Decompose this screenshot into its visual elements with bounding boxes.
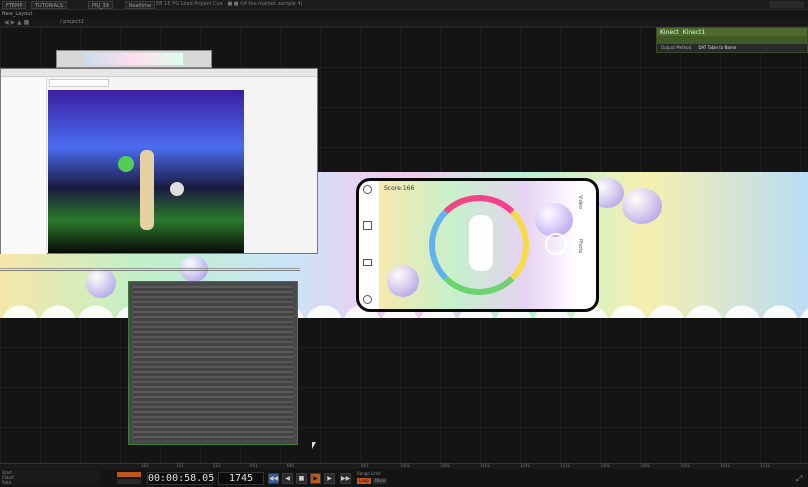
realtime-toggle[interactable] xyxy=(117,472,141,477)
thumb-preview xyxy=(85,53,183,65)
chop-channel-bars xyxy=(133,286,293,440)
camera-viewer-window[interactable] xyxy=(0,68,318,254)
info-rate: Rate xyxy=(2,480,12,485)
timeline-info: Start FStart Rate xyxy=(2,470,100,486)
book-icon[interactable] xyxy=(363,259,372,266)
param-op-value[interactable]: Kinect1 xyxy=(683,29,706,36)
tracked-hand xyxy=(118,156,134,172)
scan-icon[interactable] xyxy=(363,221,372,230)
path-bar: ◀ ▶ ▲ ■ / project1 xyxy=(0,18,808,27)
depth-camera-image xyxy=(48,90,244,253)
character-figure xyxy=(469,215,493,271)
mouse-cursor-icon xyxy=(312,442,316,449)
range-limit-label: Range Limit xyxy=(357,471,381,476)
timeline-bar: Start FStart Rate 00:00:58.05 1745 ◀◀ ◀ … xyxy=(0,469,808,487)
ruler-tick: 681 xyxy=(287,463,295,468)
tab-layout[interactable]: New_Layout xyxy=(2,11,32,17)
parameter-panel: Kinect Kinect1 Output Method DAT Table t… xyxy=(656,27,808,53)
param-label: Output Method xyxy=(661,45,692,50)
chop-viewer-window[interactable] xyxy=(128,281,298,445)
ruler-tick: 321 xyxy=(176,463,184,468)
ruler-tick: 601 xyxy=(250,463,258,468)
ruler-tick: 1561 xyxy=(680,463,691,468)
phone-mockup: Score:166 Video Photo xyxy=(356,178,599,312)
viewer-toolbar[interactable] xyxy=(49,79,109,87)
score-label: Score:166 xyxy=(384,185,415,192)
back-icon[interactable] xyxy=(363,185,372,194)
floating-window-top[interactable] xyxy=(56,50,212,68)
mode-photo[interactable]: Photo xyxy=(577,239,583,253)
rewind-icon[interactable]: ◀◀ xyxy=(268,473,279,484)
ruler-tick: 1641 xyxy=(720,463,731,468)
menu-item-tutorials[interactable]: TUTORIALS xyxy=(31,1,68,9)
window-controls[interactable] xyxy=(770,1,804,8)
menubar-title: EB 1E-FG Load Project Cue · ■ ■ (of the … xyxy=(156,1,303,7)
ruler-tick: 1241 xyxy=(520,463,531,468)
ruler-tick: 841 xyxy=(361,463,369,468)
reset-button[interactable] xyxy=(117,479,141,484)
tracked-body xyxy=(140,150,154,230)
ruler-tick: 1001 xyxy=(400,463,411,468)
frame-display[interactable]: 1745 xyxy=(218,472,264,485)
param-toolbar[interactable] xyxy=(657,36,807,44)
ruler-tick: 1321 xyxy=(560,463,571,468)
range-once-button[interactable]: Once xyxy=(373,478,387,484)
touchdesigner-window: FTEMP TUTORIALS PRJ_39 Realtime EB 1E-FG… xyxy=(0,0,808,487)
expand-icon[interactable]: ⤢ xyxy=(796,474,802,484)
param-value[interactable]: DAT Table to Name xyxy=(698,45,736,50)
step-forward-icon[interactable]: ▶ xyxy=(324,473,335,484)
timecode-display[interactable]: 00:00:58.05 xyxy=(147,472,214,485)
top-menubar: FTEMP TUTORIALS PRJ_39 Realtime EB 1E-FG… xyxy=(0,0,808,10)
ruler-tick: 1161 xyxy=(480,463,491,468)
tab-bar: New_Layout xyxy=(0,10,808,18)
play-icon[interactable]: ▶ xyxy=(310,473,321,484)
ruler-tick: 281 xyxy=(141,463,149,468)
tracked-hand xyxy=(170,182,184,196)
ruler-tick: 1401 xyxy=(600,463,611,468)
menu-item-prj[interactable]: PRJ_39 xyxy=(88,1,113,9)
stop-icon[interactable]: ■ xyxy=(296,473,307,484)
viewer-sidebar xyxy=(1,78,47,254)
bubble-icon xyxy=(86,268,116,298)
bubble-icon xyxy=(535,203,573,237)
range-loop-button[interactable]: Loop xyxy=(357,478,371,484)
bubble-icon xyxy=(622,188,662,224)
bubble-icon xyxy=(387,265,419,297)
settings-icon[interactable] xyxy=(363,295,372,304)
step-back-icon[interactable]: ◀ xyxy=(282,473,293,484)
shutter-button[interactable] xyxy=(545,233,567,255)
ruler-tick: 1721 xyxy=(760,463,771,468)
connection-wire xyxy=(0,268,300,271)
ruler-tick: 521 xyxy=(213,463,221,468)
menu-item-realtime[interactable]: Realtime xyxy=(125,1,156,9)
param-header: Kinect Kinect1 xyxy=(657,28,807,36)
menu-item-ftemp[interactable]: FTEMP xyxy=(2,1,27,9)
fast-forward-icon[interactable]: ▶▶ xyxy=(340,473,351,484)
nav-arrows-icon[interactable]: ◀ ▶ ▲ ■ xyxy=(4,19,29,26)
ruler-tick: 1081 xyxy=(440,463,451,468)
viewer-titlebar[interactable] xyxy=(1,69,317,77)
network-path[interactable]: / project1 xyxy=(60,19,84,25)
param-op-name: Kinect xyxy=(660,28,679,36)
mode-video[interactable]: Video xyxy=(577,195,583,209)
ruler-tick: 1481 xyxy=(640,463,651,468)
